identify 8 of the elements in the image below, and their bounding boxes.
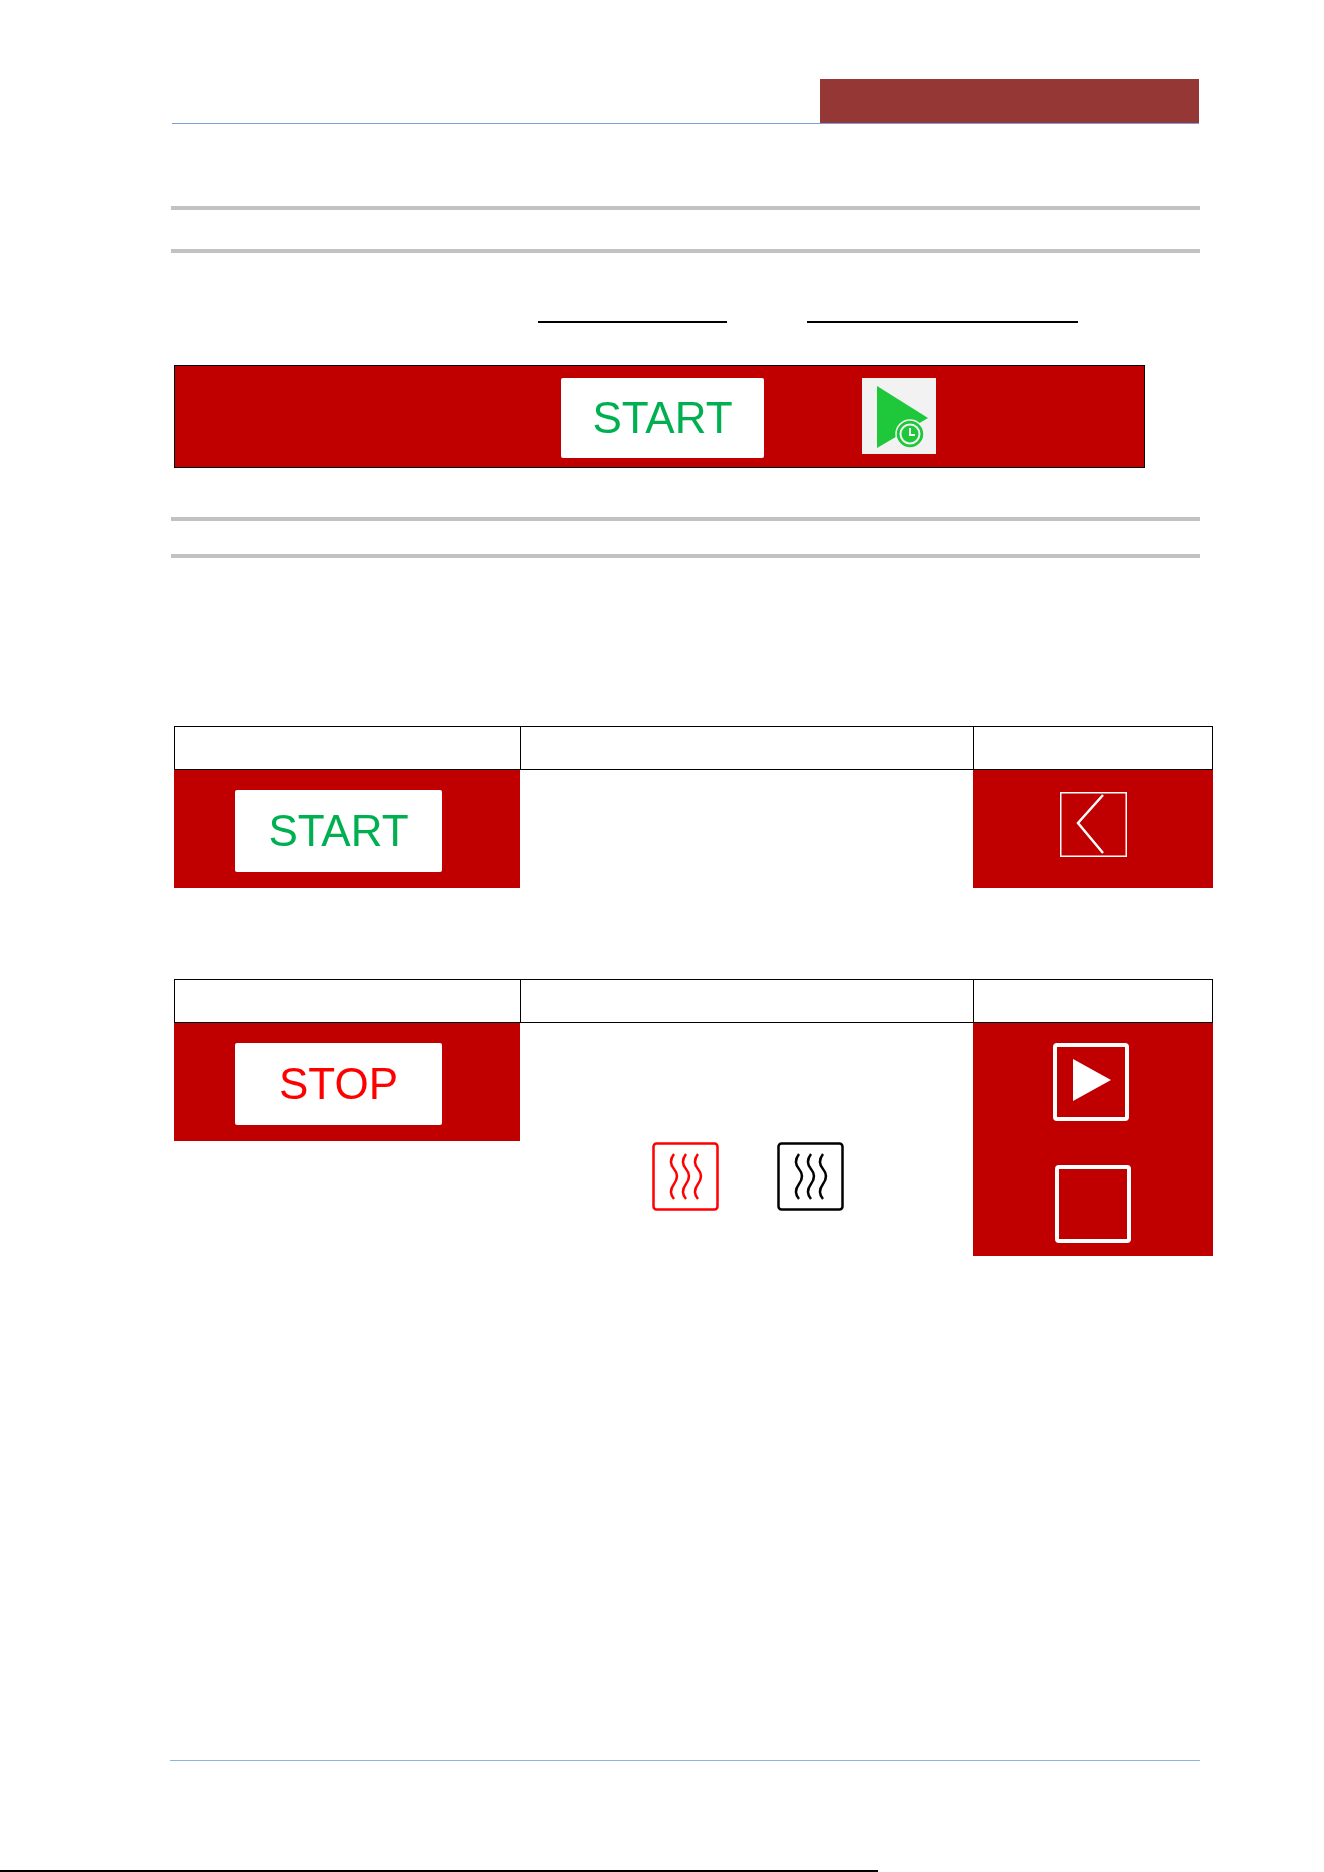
square-icon[interactable] <box>1055 1165 1131 1243</box>
heat-waves-icon <box>651 1142 719 1211</box>
start-button[interactable]: START <box>235 790 442 872</box>
heat-waves-icon <box>776 1142 844 1211</box>
stop-button[interactable]: STOP <box>235 1043 442 1125</box>
chevron-left-icon[interactable] <box>1059 792 1127 857</box>
play-icon[interactable] <box>1053 1043 1129 1121</box>
start-button[interactable]: START <box>561 378 764 458</box>
